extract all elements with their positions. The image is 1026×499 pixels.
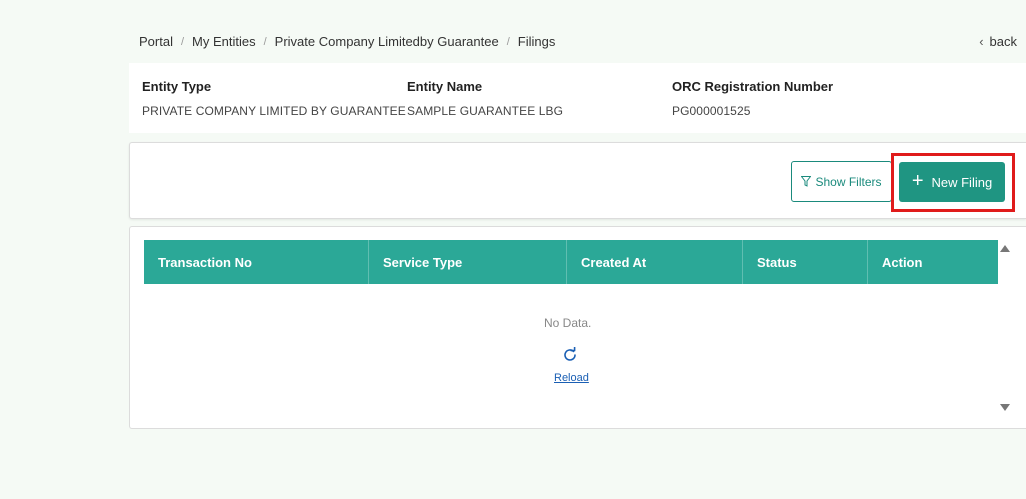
breadcrumb-separator: / <box>506 35 510 48</box>
new-filing-button[interactable]: + New Filing <box>899 162 1005 202</box>
show-filters-label: Show Filters <box>815 174 882 189</box>
reload-icon[interactable] <box>562 347 578 363</box>
chevron-left-icon: ‹ <box>979 34 984 49</box>
breadcrumb-portal[interactable]: Portal <box>139 34 173 49</box>
breadcrumb-my-entities[interactable]: My Entities <box>192 34 256 49</box>
entity-name-value: SAMPLE GUARANTEE LBG <box>407 104 564 118</box>
action-toolbar: Show Filters + New Filing <box>129 142 1026 219</box>
reload-link[interactable]: Reload <box>554 372 589 384</box>
registration-number-label: ORC Registration Number <box>672 79 834 94</box>
entity-type-label: Entity Type <box>142 79 212 94</box>
breadcrumb-entity-category[interactable]: Private Company Limitedby Guarantee <box>275 34 499 49</box>
entity-type-value: PRIVATE COMPANY LIMITED BY GUARANTEE <box>142 104 406 118</box>
column-service-type[interactable]: Service Type <box>369 240 567 284</box>
entity-info-card: Entity Type PRIVATE COMPANY LIMITED BY G… <box>129 63 1026 133</box>
breadcrumb: Portal / My Entities / Private Company L… <box>139 34 555 49</box>
column-transaction-no[interactable]: Transaction No <box>144 240 369 284</box>
breadcrumb-separator: / <box>180 35 185 48</box>
scroll-up-arrow[interactable] <box>1000 245 1010 252</box>
breadcrumb-filings: Filings <box>517 34 556 49</box>
entity-name-field: Entity Name SAMPLE GUARANTEE LBG <box>407 79 563 118</box>
plus-icon: + <box>911 170 924 192</box>
table-header: Transaction No Service Type Created At S… <box>144 240 998 284</box>
show-filters-button[interactable]: Show Filters <box>791 161 892 202</box>
column-status[interactable]: Status <box>743 240 868 284</box>
filings-table: Transaction No Service Type Created At S… <box>129 226 1026 429</box>
registration-number-field: ORC Registration Number PG000001525 <box>672 79 833 118</box>
column-action[interactable]: Action <box>868 240 998 284</box>
new-filing-label: New Filing <box>931 174 993 190</box>
entity-name-label: Entity Name <box>407 79 483 94</box>
breadcrumb-separator: / <box>263 35 267 48</box>
entity-type-field: Entity Type PRIVATE COMPANY LIMITED BY G… <box>142 79 406 118</box>
back-label: back <box>989 34 1017 49</box>
scroll-down-arrow[interactable] <box>1000 404 1010 411</box>
filter-icon <box>801 176 812 187</box>
column-created-at[interactable]: Created At <box>567 240 743 284</box>
back-button[interactable]: ‹ back <box>979 34 1017 49</box>
registration-number-value: PG000001525 <box>672 104 751 118</box>
empty-state-text: No Data. <box>544 316 592 330</box>
